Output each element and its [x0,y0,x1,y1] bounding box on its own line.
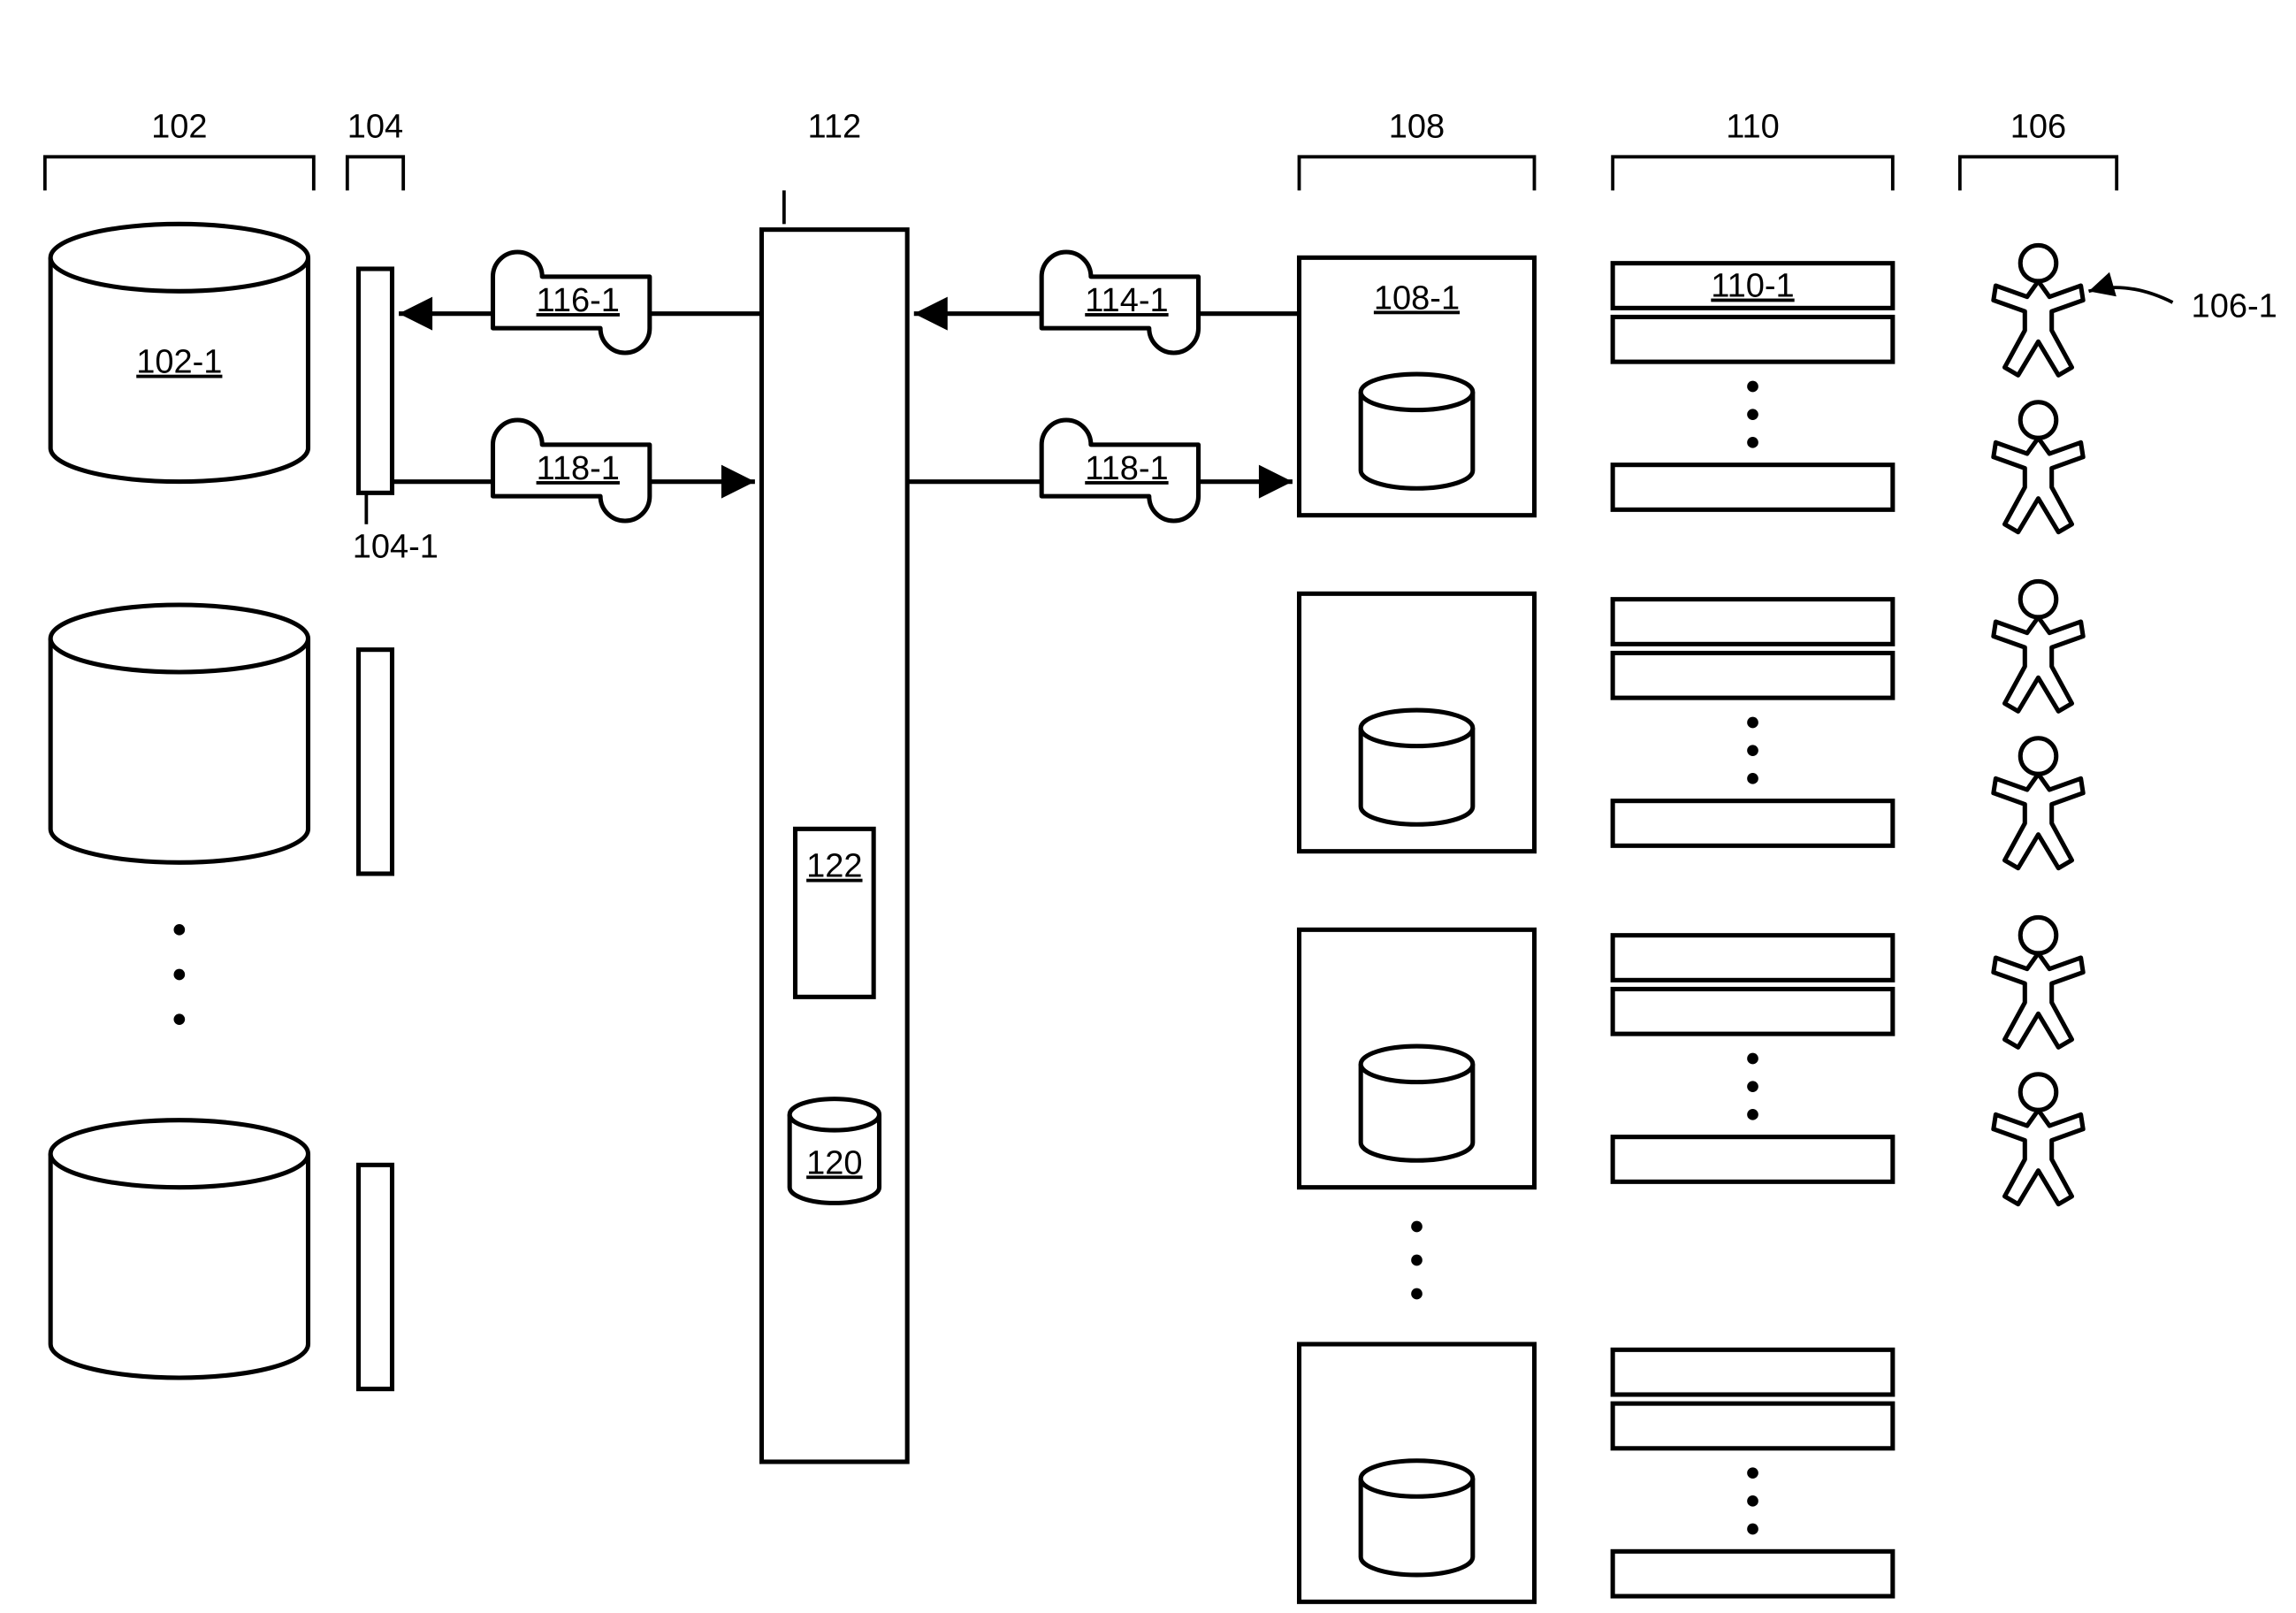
ellipsis-dot [1747,717,1758,729]
person-icon [1994,1074,2083,1204]
column-bracket [1613,157,1893,190]
person-icon [1994,402,2083,532]
record-stack [1613,600,1893,846]
flow-scroll-label: 114-1 [1085,282,1168,319]
column-header: 102 [151,109,207,146]
ellipsis-dot [1747,1467,1758,1479]
ellipsis-dot [1747,1524,1758,1535]
node-box [1300,929,1535,1187]
column-bracket [347,157,403,190]
person-first-leader [2089,287,2173,302]
ellipsis-dot [1411,1288,1423,1300]
storage-cylinder [50,1120,308,1378]
stack-first-label: 110-1 [1711,268,1794,305]
ellipsis-dot [174,969,186,981]
flow-scroll-label: 118-1 [537,450,620,487]
person-icon [1994,738,2083,868]
diagram-canvas: 102 104 112 108 110 106 102-1 104-1 122 120 10… [0,0,2296,1613]
ellipsis-dot [1411,1221,1423,1233]
small-cylinder-icon [1361,374,1473,488]
ellipsis-dot [174,1013,186,1025]
record-stack [1613,1349,1893,1596]
small-cylinder-icon [1361,1461,1473,1575]
ellipsis-dot [1747,409,1758,420]
person-icon [1994,917,2083,1047]
column-bracket [1960,157,2117,190]
flow-scroll-label: 116-1 [537,282,620,319]
ellipsis-dot [1411,1255,1423,1266]
bar-first-label: 104-1 [353,529,439,566]
record-stack: 110-1 [1613,264,1893,510]
flow-scroll-label: 118-1 [1085,450,1168,487]
column-header: 104 [347,109,403,146]
column-bracket [1300,157,1535,190]
adapter-bar [359,650,393,874]
inner-cyl-label: 120 [806,1144,862,1181]
column-header: 112 [808,109,862,146]
column-header: 108 [1389,109,1445,146]
ellipsis-dot [1747,773,1758,784]
ellipsis-dot [1747,1081,1758,1092]
ellipsis-dot [174,924,186,936]
ellipsis-dot [1747,437,1758,448]
adapter-bar [359,269,393,493]
inner-module-label: 122 [806,848,862,885]
ellipsis-dot [1747,1109,1758,1120]
column-header: 110 [1726,109,1780,146]
column-header: 106 [2010,109,2066,146]
adapter-bar [359,1165,393,1388]
ellipsis-dot [1747,745,1758,756]
cylinder-first-label: 102-1 [136,344,222,381]
node-box [1300,1344,1535,1602]
record-stack [1613,936,1893,1182]
person-icon [1994,245,2083,375]
ellipsis-dot [1747,1495,1758,1507]
small-cylinder-icon [1361,1046,1473,1160]
person-icon [1994,581,2083,711]
storage-cylinder [50,605,308,862]
ellipsis-dot [1747,1053,1758,1065]
ellipsis-dot [1747,381,1758,393]
person-first-label: 106-1 [2192,287,2277,325]
column-bracket [45,157,314,190]
box-first-label: 108-1 [1374,279,1460,317]
node-box: 108-1 [1300,257,1535,515]
small-cylinder-icon [1361,710,1473,824]
node-box [1300,593,1535,851]
